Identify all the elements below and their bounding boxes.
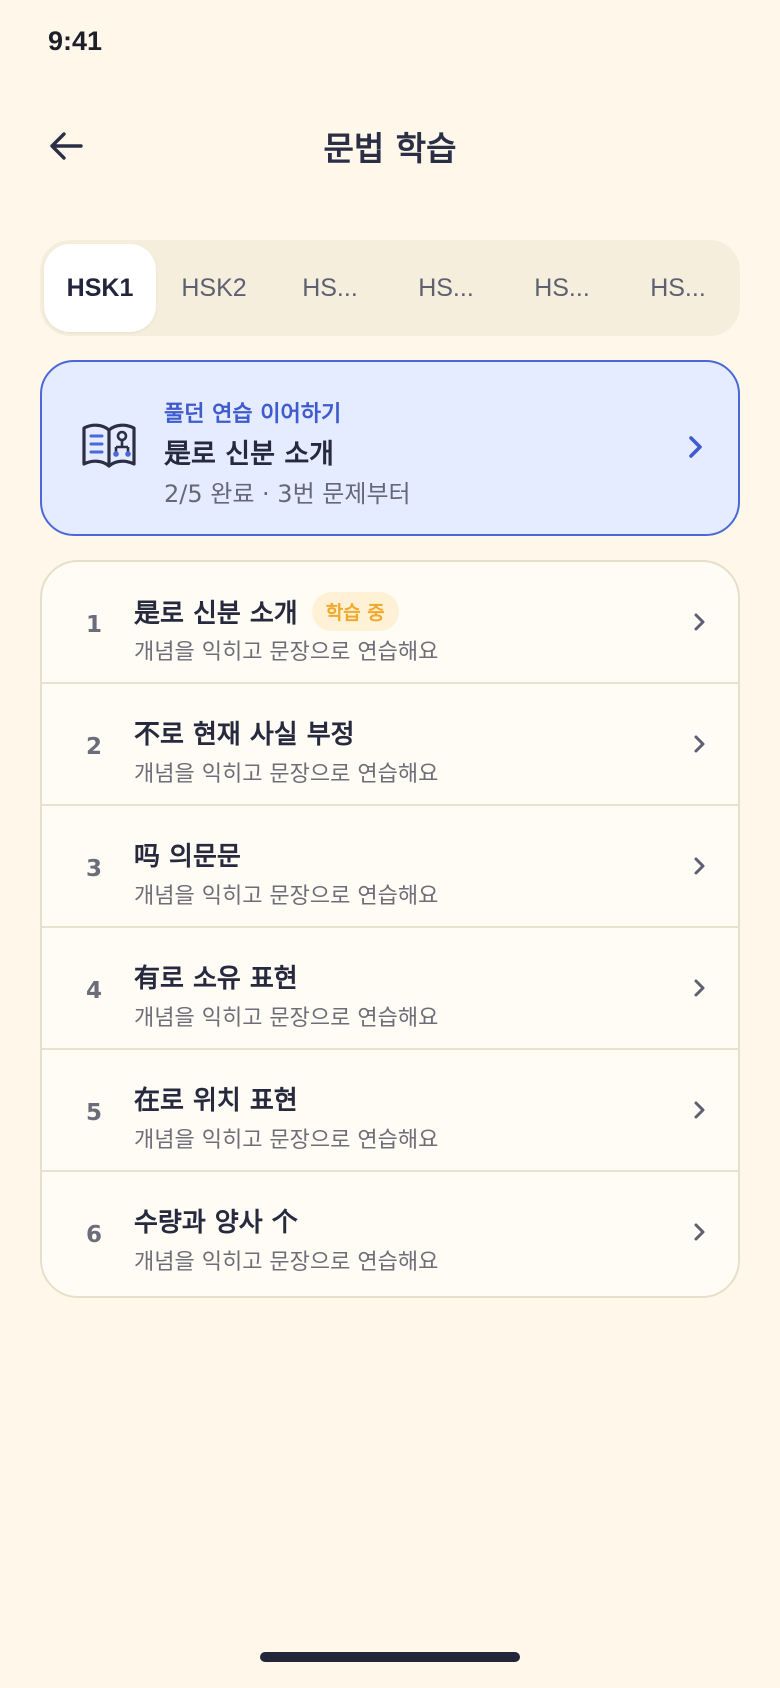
lesson-number: 6 [85,1222,102,1248]
lesson-subtitle: 개념을 익히고 문장으로 연습해요 [134,1250,439,1275]
chevron-right-icon [694,1101,705,1119]
lesson-number: 1 [85,612,102,638]
status-time: 9:41 [48,26,103,56]
chevron-right-icon [694,857,705,875]
chevron-right-icon [694,979,705,997]
page-title: 문법 학습 [323,129,457,168]
lesson-row[interactable]: 1 是로 신분 소개 학습 중 개념을 익히고 문장으로 연습해요 [42,562,738,684]
lesson-row[interactable]: 6 수량과 양사 个 개념을 익히고 문장으로 연습해요 [42,1172,738,1294]
resume-kicker: 풀던 연습 이어하기 [164,402,342,427]
lesson-number: 2 [85,734,102,760]
tab-hsk1[interactable]: HSK1 [44,244,156,332]
lesson-row[interactable]: 2 不로 현재 사실 부정 개념을 익히고 문장으로 연습해요 [42,684,738,806]
lesson-title: 有로 소유 표현 [134,964,298,994]
lesson-subtitle: 개념을 익히고 문장으로 연습해요 [134,1128,439,1153]
chevron-right-icon [694,1223,705,1241]
lesson-title: 是로 신분 소개 [134,599,298,629]
lesson-subtitle: 개념을 익히고 문장으로 연습해요 [134,884,439,909]
lesson-row[interactable]: 4 有로 소유 표현 개념을 익히고 문장으로 연습해요 [42,928,738,1050]
lesson-subtitle: 개념을 익히고 문장으로 연습해요 [134,762,439,787]
home-indicator[interactable] [260,1652,520,1662]
tab-hsk4[interactable]: HS... [388,244,504,332]
lesson-number: 3 [85,856,102,882]
level-tabs: HSK1 HSK2 HS... HS... HS... HS... [40,240,740,336]
lesson-title: 不로 현재 사실 부정 [134,720,355,750]
lesson-list: 1 是로 신분 소개 학습 중 개념을 익히고 문장으로 연습해요 2 不로 현… [40,560,740,1298]
tab-hsk3[interactable]: HS... [272,244,388,332]
lesson-title: 在로 위치 표현 [134,1086,298,1116]
chevron-right-icon [689,436,702,458]
status-badge: 학습 중 [311,592,399,631]
tab-hsk5[interactable]: HS... [504,244,620,332]
lesson-subtitle: 개념을 익히고 문장으로 연습해요 [134,1006,439,1031]
lesson-row[interactable]: 3 吗 의문문 개념을 익히고 문장으로 연습해요 [42,806,738,928]
lesson-title-wrap: 是로 신분 소개 학습 중 [134,592,399,631]
tab-hsk6[interactable]: HS... [620,244,736,332]
resume-practice-card[interactable]: 풀던 연습 이어하기 是로 신분 소개 2/5 완료 · 3번 문제부터 [40,360,740,536]
resume-title: 是로 신분 소개 [164,439,334,470]
resume-progress: 2/5 완료 · 3번 문제부터 [164,480,411,508]
lesson-number: 5 [85,1100,102,1126]
lesson-subtitle: 개념을 익히고 문장으로 연습해요 [134,640,439,665]
lesson-number: 4 [85,978,102,1004]
book-icon [82,423,136,468]
tab-hsk2[interactable]: HSK2 [156,244,272,332]
lesson-title: 吗 의문문 [134,842,241,872]
lesson-row[interactable]: 5 在로 위치 표현 개념을 익히고 문장으로 연습해요 [42,1050,738,1172]
chevron-right-icon [694,613,705,631]
lesson-title: 수량과 양사 个 [134,1208,298,1238]
chevron-right-icon [694,735,705,753]
